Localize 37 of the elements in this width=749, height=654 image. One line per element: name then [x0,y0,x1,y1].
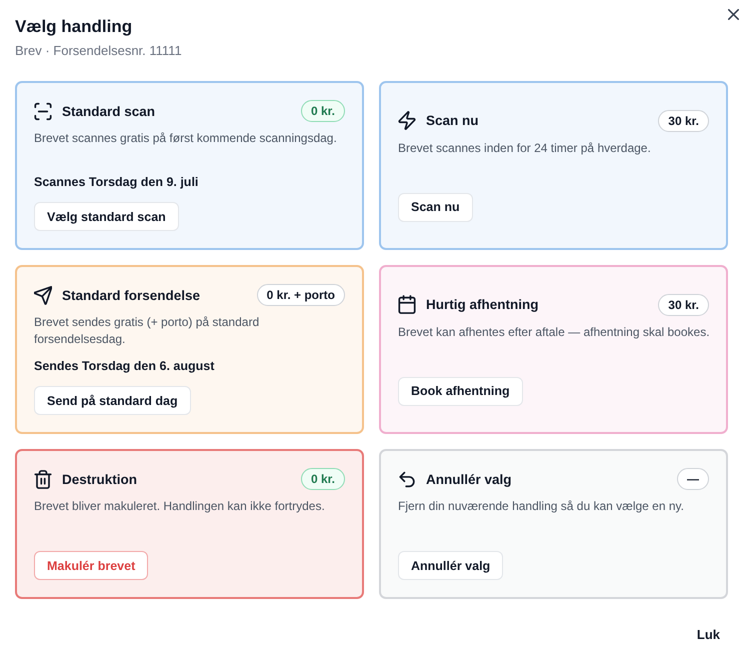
action-button[interactable]: Makulér brevet [34,551,148,580]
option-title: Destruktion [62,472,138,486]
option-description: Brevet bliver makuleret. Handlingen kan ikke fortrydes. [34,498,325,515]
undo-arrow-icon [398,470,416,488]
option-title: Annullér valg [426,472,513,486]
price-badge: 30 kr. [658,110,709,132]
scan-frame-icon [34,102,52,120]
close-button[interactable] [728,9,739,20]
option-description: Brevet scannes gratis på først kommende scanningsdag. [34,130,337,147]
price-badge: — [677,468,709,490]
action-button[interactable]: Vælg standard scan [34,202,179,231]
action-button[interactable]: Annullér valg [398,551,504,580]
price-badge: 0 kr. + porto [256,284,345,306]
schedule-note: Sendes Torsdag den 6. august [34,358,214,375]
calendar-icon [398,295,416,314]
option-title: Hurtig afhentning [426,297,540,312]
option-title: Standard scan [62,104,156,118]
close-icon [728,9,739,20]
price-badge: 0 kr. [300,468,345,490]
dialog-subtitle: Brev · Forsendelsesnr. 11111 [15,42,182,60]
lightning-icon [398,111,416,130]
footer-close-button[interactable]: Luk [688,621,728,648]
trash-icon [34,470,52,488]
dialog-title: Vælg handling [15,16,132,38]
option-title: Standard forsendelse [62,288,202,302]
schedule-note: Scannes Torsdag den 9. juli [34,174,198,191]
paper-plane-icon [34,286,52,304]
action-button[interactable]: Book afhentning [398,376,523,406]
option-title: Scan nu [426,113,480,128]
option-description: Brevet scannes inden for 24 timer på hverdage. [398,140,651,156]
price-badge: 0 kr. [300,100,345,122]
option-description: Brevet kan afhentes efter aftale — afhentning skal bookes. [398,324,710,340]
option-description: Brevet sendes gratis (+ porto) på standard forsendelsesdag. [34,314,260,348]
action-button[interactable]: Send på standard dag [34,386,191,415]
price-badge: 30 kr. [658,294,709,316]
action-button[interactable]: Scan nu [398,192,473,222]
option-description: Fjern din nuværende handling så du kan vælge en ny. [398,498,684,515]
